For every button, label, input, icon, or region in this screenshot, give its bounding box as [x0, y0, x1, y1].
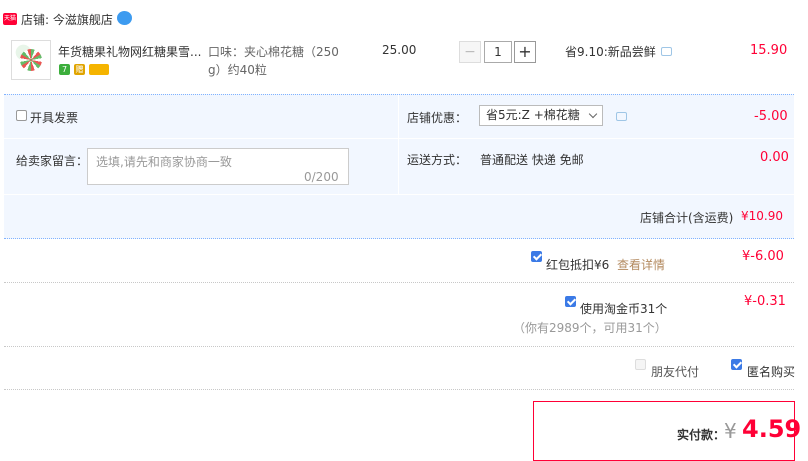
- divider: [4, 346, 794, 347]
- payment-label: 实付款：: [677, 428, 726, 442]
- payment-currency: ¥: [724, 419, 737, 443]
- friend-pay-checkbox[interactable]: [635, 359, 646, 370]
- unit-price: 25.00: [382, 43, 417, 57]
- seven-day-return-icon: 7: [59, 64, 70, 75]
- store-discount-label: 店铺优惠：: [407, 111, 468, 125]
- quantity-decrease-button[interactable]: −: [459, 41, 481, 63]
- sku-spec: 口味：夹心棉花糖（250 g）约40粒: [208, 43, 358, 79]
- store-total-value: ¥10.90: [741, 209, 783, 223]
- taojinbi-checkbox[interactable]: [565, 296, 576, 307]
- anonymous-checkbox[interactable]: [731, 359, 742, 370]
- invoice-label[interactable]: 开具发票: [30, 109, 78, 126]
- divider: [4, 194, 794, 195]
- chat-icon[interactable]: [117, 11, 132, 25]
- shipping-method: 普通配送 快递 免邮: [480, 153, 584, 167]
- discount-info-icon[interactable]: [616, 112, 627, 121]
- item-subtotal: 15.90: [750, 43, 788, 58]
- red-packet-checkbox[interactable]: [531, 251, 542, 262]
- card-icon: [89, 64, 109, 75]
- promotion-text: 省9.10:新品尝鲜: [565, 45, 656, 59]
- promo-comment-icon[interactable]: [661, 47, 672, 56]
- shipping-amount: 0.00: [760, 150, 789, 165]
- invoice-checkbox[interactable]: [16, 110, 27, 121]
- gift-icon: 赠: [74, 64, 85, 75]
- divider: [398, 95, 399, 194]
- taojinbi-amount: ¥-0.31: [744, 294, 786, 309]
- message-char-counter: 0/200: [304, 170, 339, 184]
- message-placeholder: 选填,请先和商家协商一致: [96, 155, 232, 169]
- taojinbi-label[interactable]: 使用淘金币31个: [580, 300, 667, 317]
- sku-line-1: 口味：夹心棉花糖（250: [208, 45, 339, 59]
- red-packet-amount: ¥-6.00: [742, 249, 784, 264]
- store-name[interactable]: 店铺: 今滋旗舰店: [21, 11, 113, 28]
- message-label: 给卖家留言：: [16, 154, 89, 168]
- shipping-label: 运送方式：: [407, 153, 468, 167]
- red-packet-label[interactable]: 红包抵扣¥6: [546, 256, 609, 273]
- product-title[interactable]: 年货糖果礼物网红糖果雪...: [58, 43, 204, 60]
- quantity-input[interactable]: 1: [484, 41, 512, 63]
- store-discount-amount: -5.00: [754, 109, 788, 124]
- store-discount-select[interactable]: 省5元:Z +棉花糖: [479, 105, 603, 126]
- divider: [4, 389, 794, 390]
- divider: [399, 138, 794, 139]
- payment-amount: 4.59: [742, 415, 802, 443]
- anonymous-label[interactable]: 匿名购买: [747, 363, 795, 380]
- red-packet-details-link[interactable]: 查看详情: [617, 256, 665, 273]
- product-thumbnail[interactable]: [11, 40, 51, 80]
- divider: [4, 282, 794, 283]
- sku-line-2: g）约40粒: [208, 63, 267, 77]
- tmall-icon: 天猫: [3, 13, 17, 25]
- friend-pay-label[interactable]: 朋友代付: [651, 363, 699, 380]
- store-discount-value: 省5元:Z +棉花糖: [486, 108, 580, 122]
- store-total-label: 店铺合计(含运费): [640, 211, 734, 225]
- divider: [4, 138, 398, 139]
- quantity-increase-button[interactable]: +: [514, 41, 536, 63]
- taojinbi-note: （你有2989个，可用31个）: [513, 321, 667, 335]
